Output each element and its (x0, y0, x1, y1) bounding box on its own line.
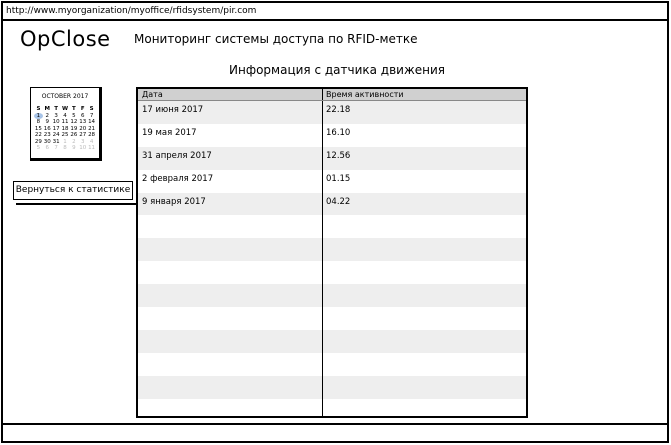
cell-time (323, 376, 526, 399)
calendar-day[interactable]: 5 (34, 145, 43, 152)
cell-date: 17 июня 2017 (138, 101, 323, 124)
cell-date (138, 329, 323, 353)
section-title: Информация с датчика движения (229, 63, 446, 77)
cell-time: 16.10 (326, 127, 351, 138)
cell-date (138, 307, 323, 330)
table-row[interactable] (138, 352, 526, 376)
table-row[interactable]: 9 января 2017 04.22 (138, 192, 526, 216)
calendar-weekday: S (36, 106, 41, 112)
table-body: 17 июня 2017 22.18 19 мая 2017 16.10 31 апре… (138, 101, 526, 416)
cell-date (138, 284, 323, 308)
calendar-widget[interactable]: OCTOBER 2017 S M T W T F S 1 2 3 4 5 6 7 8 9 10 11 12 13 14 1… (30, 87, 102, 161)
table-row[interactable] (138, 284, 526, 308)
table-row[interactable] (138, 329, 526, 353)
cell-date (138, 375, 323, 399)
cell-date (138, 238, 323, 262)
status-bar-divider (3, 423, 667, 425)
cell-date (138, 261, 323, 285)
cell-date: 2 февраля 2017 (138, 169, 323, 193)
calendar-day[interactable]: 10 (78, 145, 87, 152)
column-header-time[interactable]: Время активности (323, 89, 526, 100)
cell-time: 04.22 (326, 196, 351, 207)
activity-table: Дата Время активности 17 июня 2017 22.18 1… (136, 87, 528, 418)
table-row[interactable] (138, 215, 526, 239)
table-row[interactable] (138, 261, 526, 285)
calendar-day[interactable]: 11 (87, 145, 96, 152)
app-logo: OpClose (20, 27, 111, 51)
calendar-day[interactable]: 8 (61, 145, 70, 152)
cell-time (323, 399, 526, 416)
cell-date: 19 мая 2017 (138, 123, 323, 147)
column-header-date[interactable]: Дата (138, 89, 323, 100)
cell-date: 31 апреля 2017 (138, 146, 323, 170)
cell-time (323, 307, 526, 330)
calendar-day[interactable]: 6 (43, 145, 52, 152)
browser-window: http://www.myorganization/myoffice/rfids… (1, 1, 669, 443)
cell-time (323, 215, 526, 238)
cell-date: 9 января 2017 (138, 192, 323, 216)
cell-date (138, 352, 323, 376)
calendar-day[interactable]: 7 (52, 145, 61, 152)
table-row[interactable]: 2 февраля 2017 01.15 (138, 169, 526, 193)
cell-time: 01.15 (326, 173, 351, 184)
table-row[interactable]: 31 апреля 2017 12.56 (138, 146, 526, 170)
cell-time: 22.18 (326, 105, 351, 115)
cell-time (323, 284, 526, 307)
cell-time (323, 330, 526, 353)
table-row[interactable] (138, 238, 526, 262)
table-row[interactable] (138, 307, 526, 330)
cell-time (323, 238, 526, 261)
cell-date (138, 398, 323, 416)
table-row[interactable] (138, 398, 526, 416)
app-subtitle: Мониторинг системы доступа по RFID-метке (134, 32, 418, 46)
back-to-statistics-button[interactable]: Вернуться к статистике (13, 181, 138, 205)
cell-time (323, 353, 526, 376)
calendar-month-label: OCTOBER 2017 (31, 88, 99, 106)
cell-date (138, 215, 323, 239)
cell-time (323, 261, 526, 284)
calendar-day[interactable]: 9 (69, 145, 78, 152)
calendar-grid: S M T W T F S 1 2 3 4 5 6 7 8 9 10 11 12 13 14 15 16 17 18 19 20 21… (31, 106, 99, 152)
url-bar[interactable]: http://www.myorganization/myoffice/rfids… (3, 3, 667, 21)
cell-time: 12.56 (326, 150, 351, 161)
table-row[interactable]: 19 мая 2017 16.10 (138, 123, 526, 147)
table-row[interactable]: 17 июня 2017 22.18 (138, 101, 526, 124)
table-header: Дата Время активности (138, 89, 526, 101)
table-row[interactable] (138, 375, 526, 399)
